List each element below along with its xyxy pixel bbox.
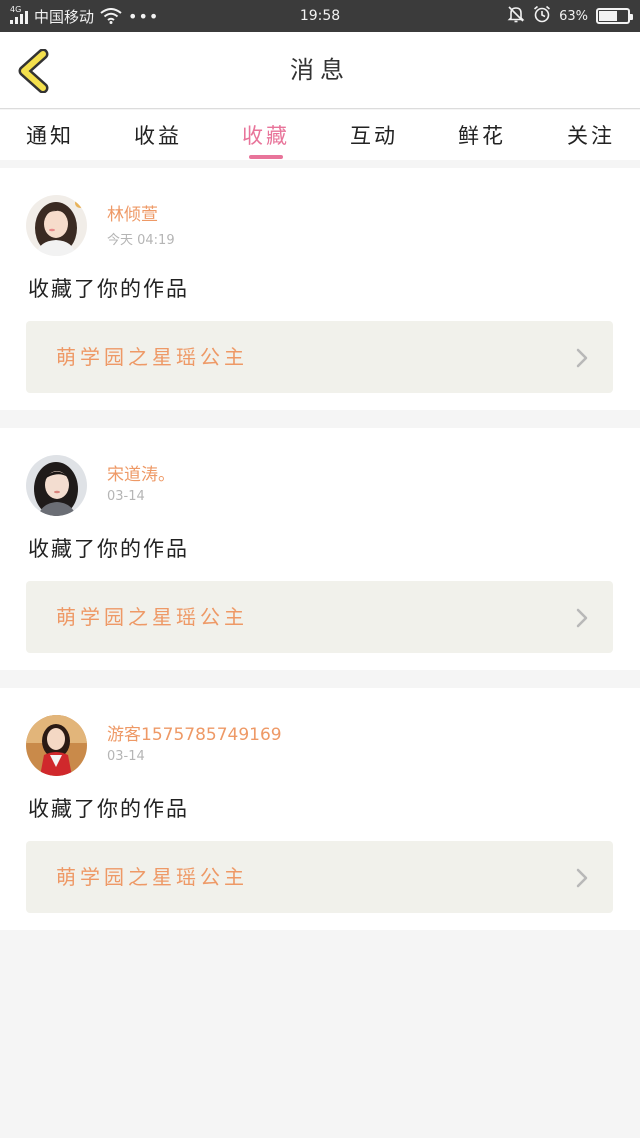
work-title: 萌学园之星瑶公主 bbox=[56, 865, 248, 889]
mute-bell-icon bbox=[507, 5, 525, 27]
avatar[interactable] bbox=[26, 715, 87, 776]
message-time: 03-14 bbox=[107, 749, 145, 764]
tab-earnings[interactable]: 收益 bbox=[113, 120, 203, 150]
action-text: 收藏了你的作品 bbox=[28, 277, 189, 301]
username[interactable]: 游客1575785749169 bbox=[107, 720, 282, 745]
chevron-right-icon bbox=[576, 348, 588, 368]
tab-following[interactable]: 关注 bbox=[546, 120, 636, 150]
alarm-icon bbox=[533, 5, 551, 27]
tab-bar: 通知 收益 收藏 互动 鲜花 关注 bbox=[0, 110, 640, 160]
status-right: 63% bbox=[507, 0, 633, 32]
work-link[interactable]: 萌学园之星瑶公主 bbox=[26, 841, 613, 913]
chevron-right-icon bbox=[576, 868, 588, 888]
tab-interactions[interactable]: 互动 bbox=[329, 120, 419, 150]
back-button[interactable] bbox=[16, 48, 52, 94]
tab-notifications[interactable]: 通知 bbox=[5, 120, 95, 150]
chevron-right-icon bbox=[576, 608, 588, 628]
work-title: 萌学园之星瑶公主 bbox=[56, 605, 248, 629]
message-card: 宋道涛。 03-14 收藏了你的作品 萌学园之星瑶公主 bbox=[0, 428, 640, 670]
username[interactable]: 宋道涛。 bbox=[107, 460, 175, 485]
avatar[interactable] bbox=[26, 195, 87, 256]
message-card: 游客1575785749169 03-14 收藏了你的作品 萌学园之星瑶公主 bbox=[0, 688, 640, 930]
battery-fill bbox=[599, 11, 617, 21]
battery-icon bbox=[596, 8, 633, 24]
action-text: 收藏了你的作品 bbox=[28, 797, 189, 821]
message-time: 03-14 bbox=[107, 489, 145, 504]
username[interactable]: 林倾萱 bbox=[107, 200, 158, 225]
battery-percent: 63% bbox=[559, 8, 588, 24]
avatar[interactable] bbox=[26, 455, 87, 516]
page-title: 消息 bbox=[290, 56, 350, 84]
header: 消息 bbox=[0, 32, 640, 109]
status-bar: 4G 中国移动 ••• 19:58 63% bbox=[0, 0, 640, 32]
work-link[interactable]: 萌学园之星瑶公主 bbox=[26, 581, 613, 653]
tab-flowers[interactable]: 鲜花 bbox=[437, 120, 527, 150]
tab-favorites[interactable]: 收藏 bbox=[221, 120, 311, 150]
message-time: 今天 04:19 bbox=[107, 233, 175, 248]
message-card: 林倾萱 今天 04:19 收藏了你的作品 萌学园之星瑶公主 bbox=[0, 168, 640, 410]
action-text: 收藏了你的作品 bbox=[28, 537, 189, 561]
active-tab-indicator bbox=[249, 155, 283, 159]
back-chevron-icon bbox=[18, 48, 49, 94]
work-link[interactable]: 萌学园之星瑶公主 bbox=[26, 321, 613, 393]
work-title: 萌学园之星瑶公主 bbox=[56, 345, 248, 369]
